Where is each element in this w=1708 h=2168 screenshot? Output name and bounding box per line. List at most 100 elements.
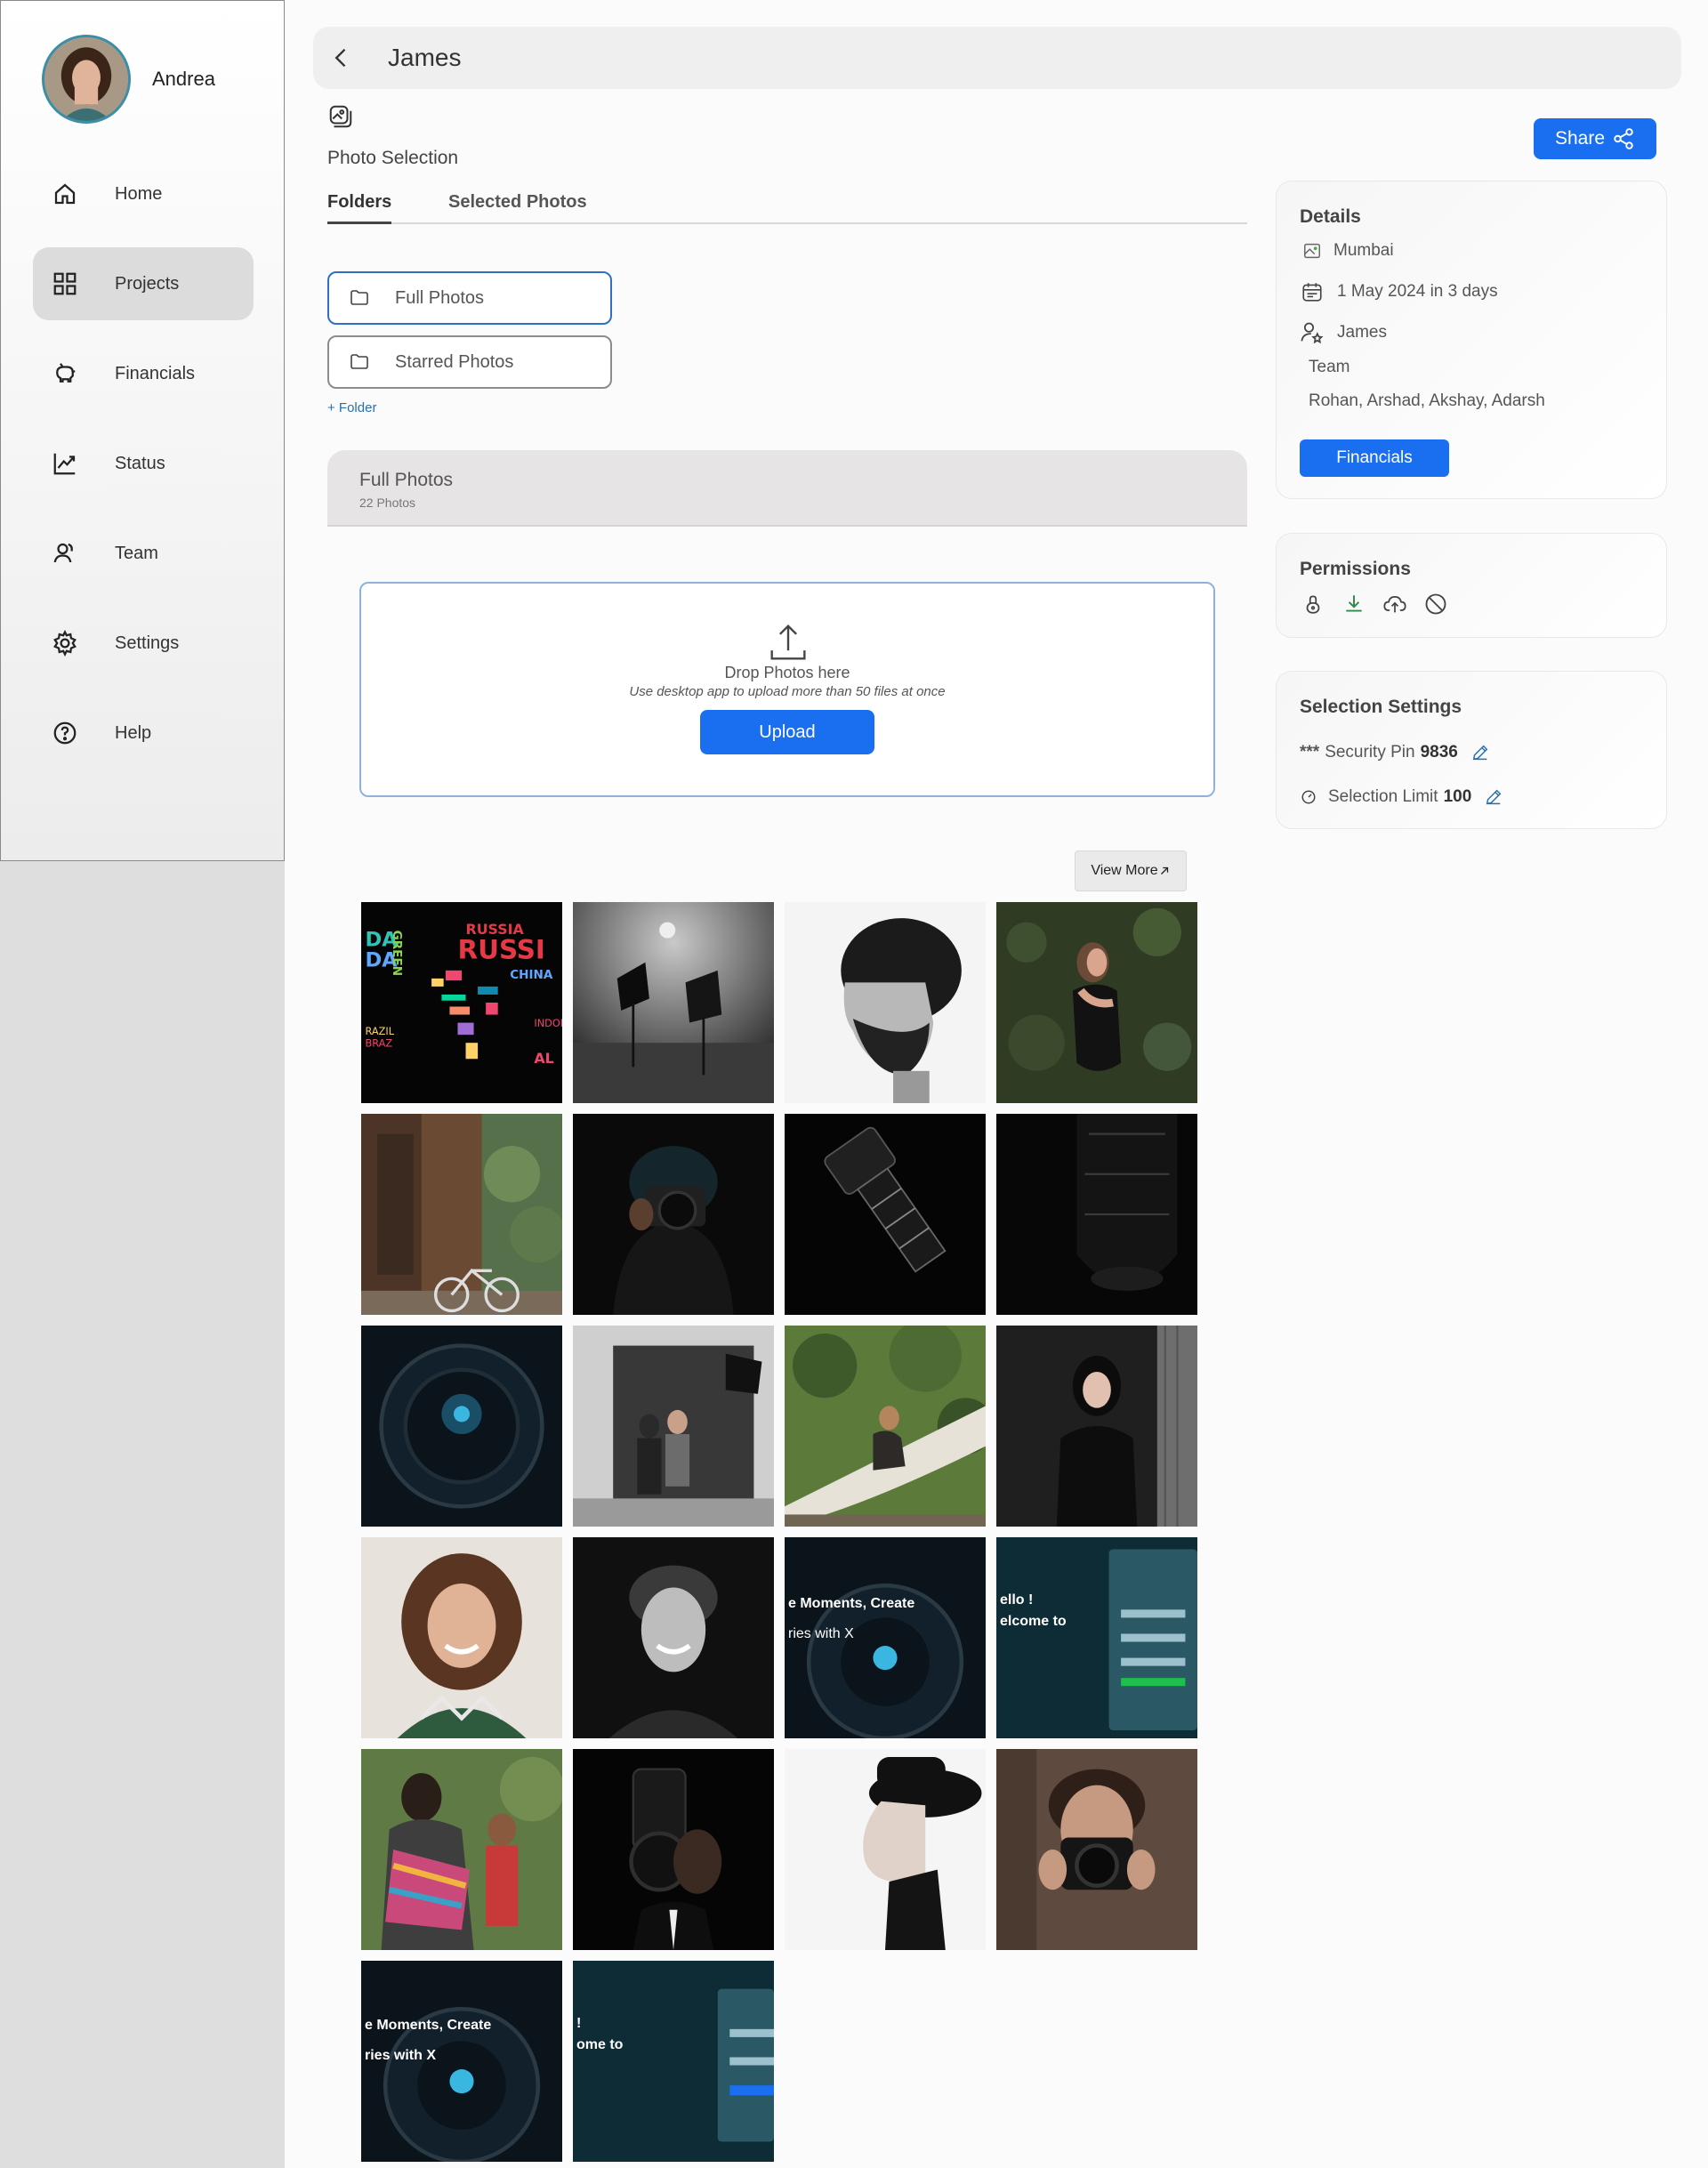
page-title: James: [388, 44, 462, 71]
photo-thumbnail[interactable]: [573, 902, 774, 1103]
view-more-button[interactable]: View More: [1075, 850, 1187, 891]
sidebar-nav: Home Projects Financials Status Team Set…: [33, 157, 254, 786]
details-client: James: [1300, 320, 1387, 345]
details-team-members: Rohan, Arshad, Akshay, Adarsh: [1309, 391, 1545, 411]
upload-button[interactable]: Upload: [700, 710, 874, 754]
cloud-upload-icon[interactable]: [1382, 591, 1408, 617]
photo-dropzone[interactable]: Drop Photos here Use desktop app to uplo…: [359, 582, 1215, 797]
sidebar-item-label: Team: [115, 543, 158, 563]
sidebar-item-financials[interactable]: Financials: [33, 337, 254, 410]
lens-blue-image: [361, 1326, 562, 1527]
location-text: Mumbai: [1333, 241, 1394, 260]
sidebar-item-help[interactable]: Help: [33, 697, 254, 770]
photo-thumbnail[interactable]: [361, 1114, 562, 1315]
sidebar-item-settings[interactable]: Settings: [33, 607, 254, 680]
photo-thumbnail[interactable]: [996, 1749, 1197, 1950]
folder-photo-count: 22 Photos: [359, 496, 416, 510]
permissions-card: Permissions: [1276, 533, 1667, 638]
folder-label: Starred Photos: [395, 351, 514, 372]
dropzone-subtitle: Use desktop app to upload more than 50 f…: [629, 684, 946, 699]
tab-folders[interactable]: Folders: [327, 192, 392, 224]
sidebar-item-status[interactable]: Status: [33, 427, 254, 500]
download-icon[interactable]: [1341, 591, 1367, 617]
photo-thumbnail[interactable]: e Moments, Create ries with X: [785, 1537, 986, 1738]
photo-thumbnail[interactable]: [996, 902, 1197, 1103]
photo-thumbnail[interactable]: ello ! elcome to: [996, 1537, 1197, 1738]
details-card: Details Mumbai 1 May 2024 in 3 days Jame…: [1276, 181, 1667, 499]
photo-thumbnail[interactable]: ! ome to: [573, 1961, 774, 2162]
sidebar-item-home[interactable]: Home: [33, 157, 254, 230]
section-title: Photo Selection: [327, 148, 459, 168]
studio-shoot-image: [573, 1326, 774, 1527]
tab-selected-photos[interactable]: Selected Photos: [448, 192, 587, 222]
photo-thumbnail[interactable]: [361, 1537, 562, 1738]
edit-pencil-icon[interactable]: [1470, 743, 1490, 762]
photo-thumbnail[interactable]: [785, 1114, 986, 1315]
user-name: Andrea: [152, 68, 215, 90]
woman-ivy-image: [996, 902, 1197, 1103]
thumbnail-text: e Moments, Create: [365, 2018, 492, 2033]
photo-studio-image: [573, 902, 774, 1103]
photo-thumbnail[interactable]: [361, 1749, 562, 1950]
edit-pencil-icon[interactable]: [1484, 787, 1503, 807]
folder-starred-photos[interactable]: Starred Photos: [327, 335, 612, 389]
camera-lens-dark-image: [785, 1114, 986, 1315]
photo-thumbnail[interactable]: e Moments, Create ries with X: [361, 1961, 562, 2162]
dropzone-title: Drop Photos here: [724, 664, 850, 681]
svg-text:BRAZ: BRAZ: [366, 1038, 393, 1050]
ban-icon[interactable]: [1422, 591, 1449, 617]
sidebar-item-projects[interactable]: Projects: [33, 247, 254, 320]
share-label: Share: [1554, 128, 1606, 149]
sidebar-item-label: Help: [115, 722, 152, 743]
grid-icon: [51, 270, 79, 298]
user-profile[interactable]: Andrea: [42, 35, 215, 124]
avatar[interactable]: [42, 35, 131, 124]
details-team-label: Team: [1309, 358, 1349, 377]
selection-settings-title: Selection Settings: [1300, 697, 1462, 717]
add-folder-link[interactable]: + Folder: [327, 400, 376, 415]
selection-settings-card: Selection Settings *** Security Pin 9836…: [1276, 671, 1667, 829]
sidebar: Andrea Home Projects Financials Status T…: [0, 0, 285, 861]
man-in-hat-image: [785, 1749, 986, 1950]
date-text: 1 May 2024 in 3 days: [1337, 282, 1498, 301]
security-pin-row: *** Security Pin 9836: [1300, 743, 1490, 762]
sidebar-item-label: Settings: [115, 633, 180, 653]
photo-thumbnail[interactable]: [573, 1114, 774, 1315]
selection-limit-row: Selection Limit 100: [1300, 787, 1503, 807]
sidebar-item-team[interactable]: Team: [33, 517, 254, 590]
bearded-man-profile-image: [785, 902, 986, 1103]
permissions-title: Permissions: [1300, 559, 1411, 579]
photo-thumbnail[interactable]: [996, 1114, 1197, 1315]
photo-thumbnail[interactable]: [785, 902, 986, 1103]
woman-on-log-image: [785, 1326, 986, 1527]
lock-icon[interactable]: [1300, 591, 1326, 617]
back-button[interactable]: [326, 42, 358, 74]
photo-thumbnail[interactable]: [573, 1537, 774, 1738]
share-button[interactable]: Share: [1534, 118, 1656, 159]
woman-black-coat-image: [996, 1326, 1197, 1527]
photo-thumbnail[interactable]: [573, 1326, 774, 1527]
photo-thumbnail[interactable]: [996, 1326, 1197, 1527]
help-icon: [51, 719, 79, 747]
folder-icon: [350, 354, 368, 369]
photo-thumbnail[interactable]: [785, 1326, 986, 1527]
photo-thumbnail[interactable]: [361, 1326, 562, 1527]
details-location: Mumbai: [1300, 238, 1394, 263]
team-members-text: Rohan, Arshad, Akshay, Adarsh: [1309, 391, 1545, 410]
smiling-man-bw-image: [573, 1537, 774, 1738]
upload-arrow-icon: [770, 624, 806, 660]
photo-thumbnail[interactable]: [785, 1749, 986, 1950]
folder-full-photos[interactable]: Full Photos: [327, 271, 612, 325]
signup-screen-image: [996, 1537, 1197, 1738]
photographer-camera-image: [996, 1749, 1197, 1950]
photo-thumbnail[interactable]: RUSSIA RUSSI CHINA DA DA GREEN RAZIL BRA…: [361, 902, 562, 1103]
sidebar-item-label: Projects: [115, 273, 180, 294]
image-placeholder-icon: [1300, 238, 1325, 263]
pin-mask: ***: [1300, 743, 1320, 762]
photo-thumbnail[interactable]: [573, 1749, 774, 1950]
thumbnail-text: !: [576, 2016, 582, 2031]
user-star-icon: [1300, 320, 1325, 345]
folder-icon: [350, 290, 368, 305]
chevron-left-icon: [334, 48, 346, 68]
financials-button[interactable]: Financials: [1300, 439, 1449, 477]
